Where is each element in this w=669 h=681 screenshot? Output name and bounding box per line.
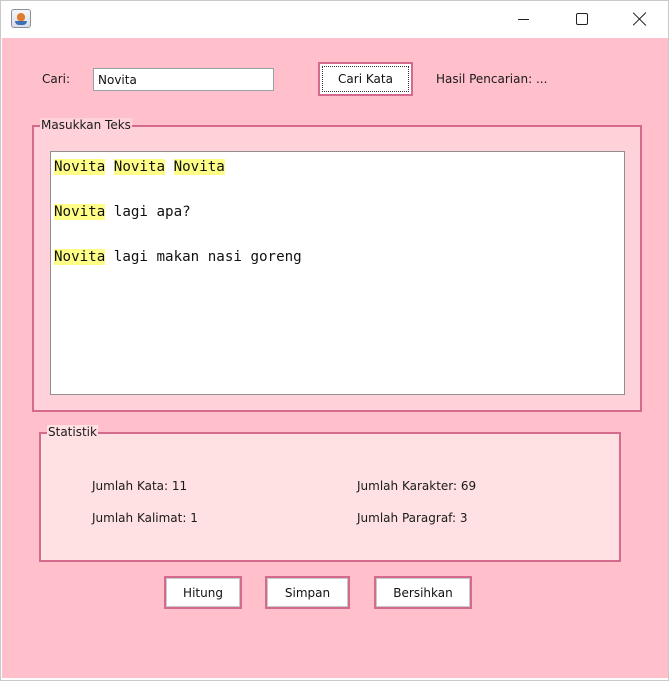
maximize-icon [576,13,588,25]
bersihkan-button[interactable]: Bersihkan [374,576,472,609]
text-line [54,224,621,247]
text-line: Novita lagi makan nasi goreng [54,246,621,269]
minimize-button[interactable] [494,1,552,37]
hitung-button[interactable]: Hitung [164,576,242,609]
minimize-icon [517,18,529,20]
text-segment: lagi apa? [105,204,191,220]
search-button-label: Cari Kata [338,72,393,86]
text-line: Novita lagi apa? [54,201,621,224]
app-window: Cari: Cari Kata Hasil Pencarian: ... Mas… [0,0,669,681]
sentence-count: Jumlah Kalimat: 1 [92,511,198,525]
text-line: Novita Novita Novita [54,156,621,179]
character-count: Jumlah Karakter: 69 [357,479,477,493]
search-button[interactable]: Cari Kata [318,62,413,96]
text-input-group-title: Masukkan Teks [40,118,132,132]
close-icon [633,12,647,26]
highlighted-match: Novita [173,159,225,175]
hitung-button-label: Hitung [183,585,223,600]
title-bar [1,1,668,37]
close-button[interactable] [611,1,669,37]
word-count: Jumlah Kata: 11 [92,479,188,493]
simpan-button[interactable]: Simpan [265,576,350,609]
bersihkan-button-label: Bersihkan [393,585,453,600]
highlighted-match: Novita [54,159,106,175]
statistics-group-title: Statistik [47,425,98,439]
main-content: Cari: Cari Kata Hasil Pencarian: ... Mas… [2,38,668,678]
search-result-text: Hasil Pencarian: ... [436,72,548,86]
highlighted-match: Novita [54,249,106,265]
text-segment [165,159,174,175]
statistics-group: Statistik Jumlah Kata: 11 Jumlah Karakte… [39,425,621,562]
text-input-group: Masukkan Teks Novita Novita Novita Novita… [32,118,642,412]
text-area[interactable]: Novita Novita Novita Novita lagi apa? Novi… [50,151,625,395]
simpan-button-label: Simpan [284,585,331,600]
text-line [54,179,621,202]
text-segment [105,159,114,175]
paragraph-count: Jumlah Paragraf: 3 [357,511,468,525]
highlighted-match: Novita [54,204,106,220]
search-label: Cari: [42,72,71,86]
highlighted-match: Novita [113,159,166,175]
search-input[interactable] [93,68,274,91]
java-app-icon[interactable] [11,9,31,28]
text-segment: lagi makan nasi goreng [105,249,302,265]
maximize-button[interactable] [553,1,611,37]
